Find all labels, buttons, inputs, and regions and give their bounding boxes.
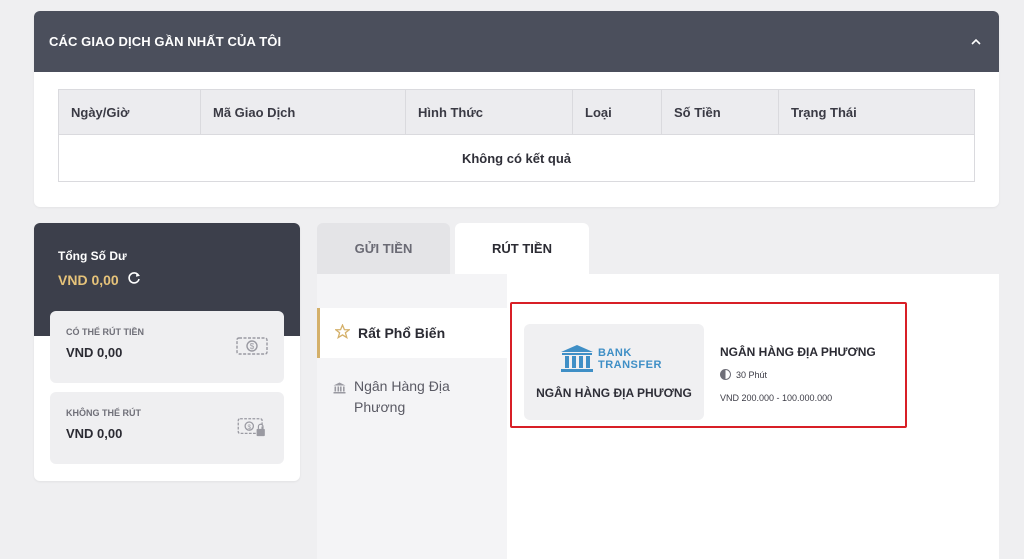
method-amount-range: VND 200.000 - 100.000.000 [720, 393, 833, 403]
column-header-type[interactable]: Loại [572, 89, 662, 135]
bank-building-icon [561, 345, 593, 372]
transactions-header[interactable]: CÁC GIAO DỊCH GẦN NHẤT CỦA TÔI [34, 11, 999, 72]
payment-tabs: GỬI TIỀN RÚT TIỀN [317, 223, 589, 274]
locked-balance-box: KHÔNG THỂ RÚT VND 0,00 $ [50, 392, 284, 464]
transactions-title: CÁC GIAO DỊCH GẦN NHẤT CỦA TÔI [49, 34, 282, 49]
tab-deposit[interactable]: GỬI TIỀN [317, 223, 450, 274]
column-header-amount[interactable]: Số Tiền [661, 89, 779, 135]
method-time-text: 30 Phút [736, 369, 768, 380]
tab-withdraw[interactable]: RÚT TIỀN [455, 223, 589, 274]
column-header-transaction-id[interactable]: Mã Giao Dịch [200, 89, 406, 135]
logo-caption: NGÂN HÀNG ĐỊA PHƯƠNG [536, 386, 692, 400]
cash-icon: $ [236, 337, 268, 355]
bank-transfer-logo-text: BANK TRANSFER [598, 347, 662, 371]
chevron-up-icon[interactable] [968, 34, 984, 50]
menu-item-popular[interactable]: Rất Phổ Biến [317, 308, 507, 358]
recent-transactions-panel: CÁC GIAO DỊCH GẦN NHẤT CỦA TÔI Ngày/Giờ … [34, 11, 999, 207]
balance-card: Tổng Số Dư VND 0,00 CÓ THỂ RÚT TIỀN VND … [34, 223, 300, 481]
local-bank-method-card[interactable]: BANK TRANSFER NGÂN HÀNG ĐỊA PHƯƠNG NGÂN … [510, 302, 907, 428]
logo-text-transfer: TRANSFER [598, 359, 662, 371]
method-name: NGÂN HÀNG ĐỊA PHƯƠNG [720, 345, 876, 359]
clock-icon [720, 369, 731, 380]
refresh-icon[interactable] [127, 271, 141, 289]
logo-text-bank: BANK [598, 347, 632, 359]
menu-label-local-bank: Ngân Hàng Địa Phương [354, 378, 450, 415]
method-category-menu: Rất Phổ Biến Ngân Hàng Địa Phương [317, 274, 507, 559]
svg-text:$: $ [247, 424, 251, 431]
svg-text:$: $ [250, 342, 255, 351]
column-header-status[interactable]: Trạng Thái [778, 89, 975, 135]
total-balance-label: Tổng Số Dư [58, 249, 127, 263]
menu-item-local-bank[interactable]: Ngân Hàng Địa Phương [317, 358, 507, 418]
column-header-method[interactable]: Hình Thức [405, 89, 573, 135]
withdraw-content-panel: Rất Phổ Biến Ngân Hàng Địa Phương BANK T… [317, 274, 999, 559]
column-header-datetime[interactable]: Ngày/Giờ [58, 89, 201, 135]
bank-transfer-logo-box: BANK TRANSFER NGÂN HÀNG ĐỊA PHƯƠNG [524, 324, 704, 420]
empty-results-text: Không có kết quả [58, 134, 975, 182]
table-row: Không có kết quả [58, 134, 975, 182]
total-balance-value: VND 0,00 [58, 272, 119, 288]
withdrawable-balance-box: CÓ THỂ RÚT TIỀN VND 0,00 $ [50, 311, 284, 383]
method-processing-time: 30 Phút [720, 369, 767, 380]
bank-icon [333, 381, 346, 399]
transactions-table: Ngày/Giờ Mã Giao Dịch Hình Thức Loại Số … [58, 89, 975, 182]
star-icon [334, 322, 351, 343]
locked-cash-icon: $ [237, 418, 265, 437]
menu-label-popular: Rất Phổ Biến [358, 325, 446, 341]
